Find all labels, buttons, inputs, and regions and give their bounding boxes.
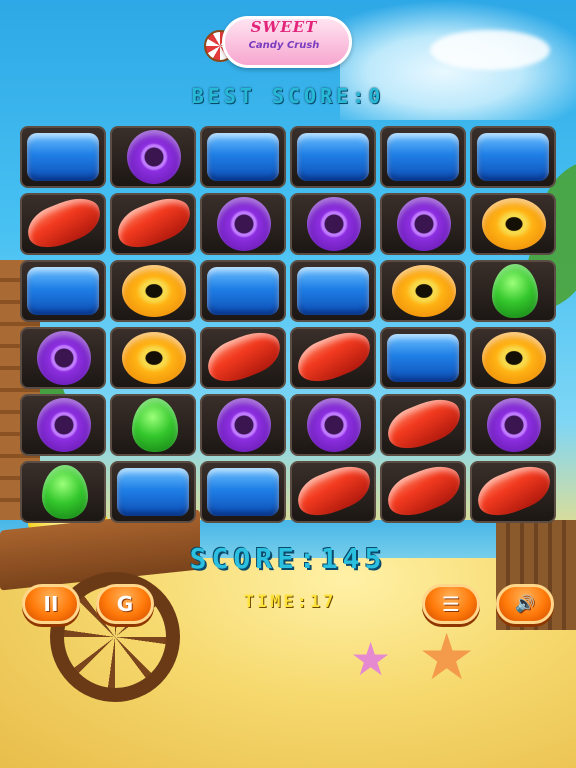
board-cell[interactable] — [200, 461, 286, 523]
board-cell[interactable] — [20, 327, 106, 389]
board-cell[interactable] — [20, 190, 107, 256]
candy-purple-icon[interactable] — [217, 398, 271, 452]
candy-yellow-icon[interactable] — [122, 265, 186, 317]
pause-button[interactable]: II — [22, 584, 80, 624]
cloud — [430, 30, 550, 70]
candy-green-icon[interactable] — [132, 398, 178, 452]
candy-yellow-icon[interactable] — [392, 265, 456, 317]
starfish-pink-icon: ★ — [350, 632, 392, 686]
candy-blue-icon[interactable] — [207, 267, 279, 315]
board-cell[interactable] — [20, 260, 106, 322]
candy-purple-icon[interactable] — [127, 130, 181, 184]
candy-purple-icon[interactable] — [307, 398, 361, 452]
starfish-orange-icon: ★ — [418, 621, 476, 695]
restart-button[interactable]: G — [96, 584, 154, 624]
speaker-icon: 🔊 — [515, 594, 535, 613]
board-cell[interactable] — [20, 126, 106, 188]
board-cell[interactable] — [110, 327, 196, 389]
candy-green-icon[interactable] — [42, 465, 88, 519]
candy-blue-icon[interactable] — [477, 133, 549, 181]
board-cell[interactable] — [110, 126, 196, 188]
candy-red-icon[interactable] — [21, 190, 107, 256]
candy-red-icon[interactable] — [381, 458, 467, 524]
candy-purple-icon[interactable] — [397, 197, 451, 251]
board-cell[interactable] — [290, 126, 376, 188]
pause-icon: II — [43, 592, 59, 616]
candy-blue-icon[interactable] — [207, 468, 279, 516]
board-cell[interactable] — [200, 126, 286, 188]
candy-red-icon[interactable] — [471, 458, 557, 524]
board-cell[interactable] — [380, 458, 467, 524]
candy-blue-icon[interactable] — [27, 133, 99, 181]
board-cell[interactable] — [110, 394, 196, 456]
candy-yellow-icon[interactable] — [482, 198, 546, 250]
board-cell[interactable] — [20, 461, 106, 523]
game-logo: SWEET Candy Crush — [204, 8, 364, 70]
board-cell[interactable] — [290, 260, 376, 322]
candy-blue-icon[interactable] — [297, 133, 369, 181]
logo-subtitle: Candy Crush — [248, 40, 320, 51]
board-cell[interactable] — [200, 260, 286, 322]
board-cell[interactable] — [380, 260, 466, 322]
board-cell[interactable] — [470, 327, 556, 389]
candy-blue-icon[interactable] — [387, 133, 459, 181]
board-cell[interactable] — [380, 391, 467, 457]
candy-yellow-icon[interactable] — [122, 332, 186, 384]
candy-purple-icon[interactable] — [487, 398, 541, 452]
logo-title: SWEET — [250, 18, 318, 36]
candy-blue-icon[interactable] — [387, 334, 459, 382]
menu-list-icon: ☰ — [442, 592, 460, 616]
candy-purple-icon[interactable] — [217, 197, 271, 251]
board-cell[interactable] — [290, 394, 376, 456]
candy-blue-icon[interactable] — [297, 267, 369, 315]
board-cell[interactable] — [470, 193, 556, 255]
candy-purple-icon[interactable] — [307, 197, 361, 251]
score-display: SCORE:145 — [189, 542, 387, 575]
board-cell[interactable] — [200, 394, 286, 456]
board-cell[interactable] — [470, 458, 557, 524]
candy-green-icon[interactable] — [492, 264, 538, 318]
candy-red-icon[interactable] — [291, 324, 377, 390]
game-board — [20, 126, 558, 526]
board-cell[interactable] — [110, 190, 197, 256]
candy-red-icon[interactable] — [201, 324, 287, 390]
candy-blue-icon[interactable] — [27, 267, 99, 315]
time-display: TIME:17 — [243, 592, 337, 612]
board-cell[interactable] — [110, 461, 196, 523]
board-cell[interactable] — [290, 193, 376, 255]
board-cell[interactable] — [380, 126, 466, 188]
board-cell[interactable] — [380, 193, 466, 255]
best-score: BEST SCORE:0 — [191, 84, 385, 108]
board-cell[interactable] — [20, 394, 106, 456]
board-cell[interactable] — [200, 193, 286, 255]
menu-button[interactable]: ☰ — [422, 584, 480, 624]
candy-red-icon[interactable] — [381, 391, 467, 457]
board-cell[interactable] — [110, 260, 196, 322]
candy-blue-icon[interactable] — [207, 133, 279, 181]
board-cell[interactable] — [290, 458, 377, 524]
candy-red-icon[interactable] — [291, 458, 377, 524]
board-cell[interactable] — [290, 324, 377, 390]
candy-yellow-icon[interactable] — [482, 332, 546, 384]
board-cell[interactable] — [470, 394, 556, 456]
board-cell[interactable] — [470, 126, 556, 188]
candy-red-icon[interactable] — [111, 190, 197, 256]
candy-purple-icon[interactable] — [37, 331, 91, 385]
candy-blue-icon[interactable] — [117, 468, 189, 516]
restart-icon: G — [116, 592, 134, 616]
candy-purple-icon[interactable] — [37, 398, 91, 452]
sound-button[interactable]: 🔊 — [496, 584, 554, 624]
board-cell[interactable] — [200, 324, 287, 390]
board-cell[interactable] — [380, 327, 466, 389]
board-cell[interactable] — [470, 260, 556, 322]
